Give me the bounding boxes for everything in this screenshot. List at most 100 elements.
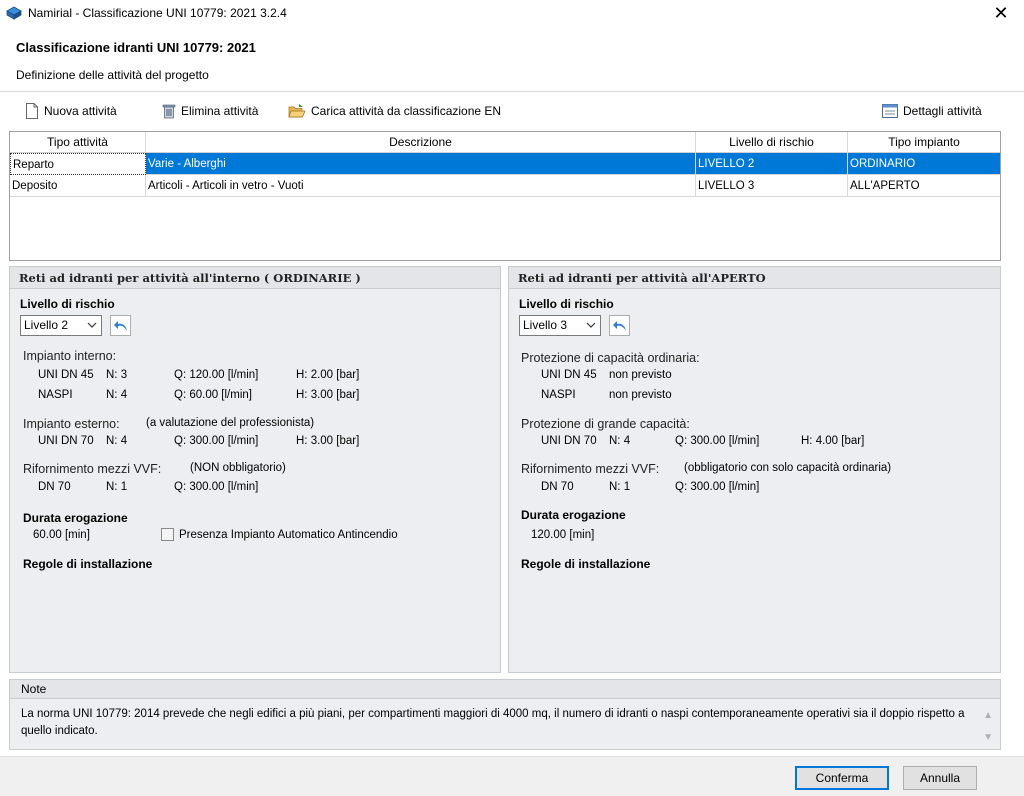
reset-risk-button[interactable] <box>110 315 131 336</box>
chevron-down-icon <box>586 322 596 328</box>
duration-value: 60.00 [min] <box>33 529 90 541</box>
table-row[interactable]: Deposito Articoli - Articoli in vetro - … <box>10 175 1000 197</box>
column-header-livello-rischio[interactable]: Livello di rischio <box>696 132 848 153</box>
column-header-tipo-attivita[interactable]: Tipo attività <box>10 132 146 153</box>
large-r1-h: H: 4.00 [bar] <box>801 435 865 447</box>
cell-descrizione[interactable]: Articoli - Articoli in vetro - Vuoti <box>146 175 696 197</box>
duration-value: 120.00 [min] <box>531 529 595 541</box>
indoor-r2-h: H: 3.00 [bar] <box>296 389 360 401</box>
close-window-button[interactable]: ✕ <box>978 0 1024 26</box>
large-r1-n: N: 4 <box>609 435 631 447</box>
activities-table[interactable]: Tipo attività Descrizione Livello di ris… <box>9 131 1001 261</box>
cell-livello[interactable]: LIVELLO 3 <box>696 175 848 197</box>
toolbar: Nuova attività Elimina attività Carica a… <box>0 96 1024 126</box>
vvf-r1-n: N: 1 <box>609 481 631 493</box>
large-r1-q: Q: 300.00 [l/min] <box>675 435 760 447</box>
dialog-header: Classificazione idranti UNI 10779: 2021 … <box>0 26 1024 91</box>
large-protection-label: Protezione di grande capacità: <box>521 417 690 431</box>
indoor-r2-q: Q: 60.00 [l/min] <box>174 389 252 401</box>
table-row[interactable]: Reparto Varie - Alberghi LIVELLO 2 ORDIN… <box>10 153 1000 175</box>
risk-level-value: Livello 3 <box>523 318 568 332</box>
new-activity-label: Nuova attività <box>44 104 117 118</box>
vvf-r1-type: DN 70 <box>541 481 574 493</box>
installation-rules-label: Regole di installazione <box>23 557 153 571</box>
risk-level-label: Livello di rischio <box>20 297 115 311</box>
external-system-note: (a valutazione del professionista) <box>146 417 315 429</box>
external-system-label: Impianto esterno: <box>23 417 120 431</box>
open-folder-icon <box>288 104 306 118</box>
undo-arrow-icon <box>613 321 626 331</box>
chevron-down-icon <box>87 322 97 328</box>
delete-activity-button[interactable]: Elimina attività <box>162 102 258 120</box>
details-window-icon <box>882 104 898 118</box>
new-activity-button[interactable]: Nuova attività <box>25 102 117 120</box>
indoor-r1-n: N: 3 <box>106 369 128 381</box>
vvf-supply-note: (NON obbligatorio) <box>190 462 286 474</box>
cell-descrizione[interactable]: Varie - Alberghi <box>146 153 696 175</box>
large-r1-type: UNI DN 70 <box>541 435 597 447</box>
external-r1-n: N: 4 <box>106 435 128 447</box>
automatic-system-label[interactable]: Presenza Impianto Automatico Antincendio <box>179 529 398 541</box>
ordinary-protection-label: Protezione di capacità ordinaria: <box>521 351 700 365</box>
cancel-button[interactable]: Annulla <box>903 766 977 790</box>
vvf-supply-label: Rifornimento mezzi VVF: <box>521 462 660 476</box>
cell-tipo[interactable]: Reparto <box>10 153 146 175</box>
indoor-panel-title: Reti ad idranti per attività all'interno… <box>10 267 500 289</box>
duration-label: Durata erogazione <box>23 511 128 525</box>
column-header-descrizione[interactable]: Descrizione <box>146 132 696 153</box>
cell-impianto[interactable]: ORDINARIO <box>848 153 1000 175</box>
cell-impianto[interactable]: ALL'APERTO <box>848 175 1000 197</box>
risk-level-label: Livello di rischio <box>519 297 614 311</box>
outdoor-panel-title: Reti ad idranti per attività all'APERTO <box>509 267 1000 289</box>
indoor-r1-q: Q: 120.00 [l/min] <box>174 369 259 381</box>
notes-title: Note <box>10 680 1000 699</box>
scroll-up-icon[interactable]: ▲ <box>983 710 993 721</box>
vvf-supply-label: Rifornimento mezzi VVF: <box>23 462 162 476</box>
risk-level-select[interactable]: Livello 2 <box>20 315 102 336</box>
activity-details-button[interactable]: Dettagli attività <box>882 102 982 120</box>
title-bar: Namirial - Classificazione UNI 10779: 20… <box>0 0 1024 26</box>
delete-activity-label: Elimina attività <box>181 104 259 118</box>
ordinary-r1-type: UNI DN 45 <box>541 369 597 381</box>
header-divider <box>0 91 1024 92</box>
outdoor-hydrant-panel: Reti ad idranti per attività all'APERTO … <box>508 266 1001 673</box>
column-header-tipo-impianto[interactable]: Tipo impianto <box>848 132 1000 153</box>
dialog-subtitle: Definizione delle attività del progetto <box>16 68 209 82</box>
vvf-r1-type: DN 70 <box>38 481 71 493</box>
indoor-system-label: Impianto interno: <box>23 349 117 363</box>
vvf-r1-q: Q: 300.00 [l/min] <box>174 481 259 493</box>
cell-livello[interactable]: LIVELLO 2 <box>696 153 848 175</box>
activity-details-label: Dettagli attività <box>903 104 982 118</box>
trash-icon <box>162 104 176 119</box>
notes-panel: Note La norma UNI 10779: 2014 prevede ch… <box>9 679 1001 750</box>
duration-label: Durata erogazione <box>521 508 626 522</box>
confirm-button[interactable]: Conferma <box>795 766 889 790</box>
indoor-r2-n: N: 4 <box>106 389 128 401</box>
installation-rules-label: Regole di installazione <box>521 557 651 571</box>
vvf-r1-q: Q: 300.00 [l/min] <box>675 481 760 493</box>
undo-arrow-icon <box>114 321 127 331</box>
indoor-hydrant-panel: Reti ad idranti per attività all'interno… <box>9 266 501 673</box>
ordinary-r2-value: non previsto <box>609 389 672 401</box>
external-r1-type: UNI DN 70 <box>38 435 94 447</box>
indoor-r1-h: H: 2.00 [bar] <box>296 369 360 381</box>
ordinary-r2-type: NASPI <box>541 389 576 401</box>
notes-text: La norma UNI 10779: 2014 prevede che neg… <box>21 708 965 737</box>
cell-tipo[interactable]: Deposito <box>10 175 146 197</box>
indoor-r2-type: NASPI <box>38 389 73 401</box>
load-from-en-label: Carica attività da classificazione EN <box>311 104 502 118</box>
scroll-down-icon[interactable]: ▼ <box>983 732 993 743</box>
risk-level-select[interactable]: Livello 3 <box>519 315 601 336</box>
external-r1-h: H: 3.00 [bar] <box>296 435 360 447</box>
app-logo-icon <box>6 6 22 20</box>
automatic-system-checkbox[interactable] <box>161 528 174 541</box>
reset-risk-button[interactable] <box>609 315 630 336</box>
load-from-en-button[interactable]: Carica attività da classificazione EN <box>288 102 501 120</box>
dialog-footer: Conferma Annulla <box>0 756 1024 796</box>
window-title: Namirial - Classificazione UNI 10779: 20… <box>28 6 287 20</box>
vvf-supply-note: (obbligatorio con solo capacità ordinari… <box>684 462 892 474</box>
table-header: Tipo attività Descrizione Livello di ris… <box>10 132 1000 153</box>
external-r1-q: Q: 300.00 [l/min] <box>174 435 259 447</box>
ordinary-r1-value: non previsto <box>609 369 672 381</box>
dialog-title: Classificazione idranti UNI 10779: 2021 <box>16 40 256 55</box>
